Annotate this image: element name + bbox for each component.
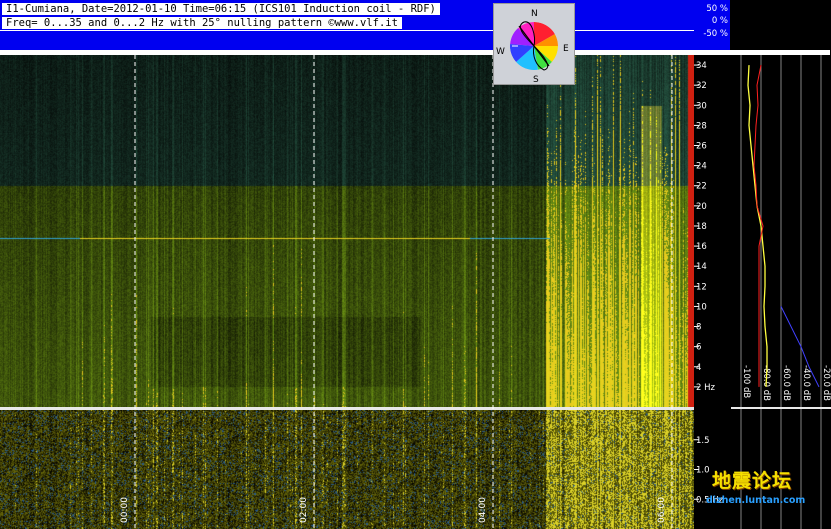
db-tick-label: -40.0 dB (801, 365, 811, 401)
freq-tick-label: 26 (696, 142, 707, 152)
low-freq-tick-label: 1.0 (696, 466, 710, 476)
watermark-url: dizhen.luntan.com (706, 495, 806, 506)
percent-tick-neg50: -50 % (703, 29, 728, 39)
spectrum-profile: -100 dB -80.0 dB -60.0 dB -40.0 dB -20.0 dB (731, 55, 831, 529)
compass-w: W (496, 47, 505, 57)
time-grid-overlay: 00:00 02:00 04:00 06:00 (120, 55, 673, 529)
freq-tick-label: 14 (696, 262, 707, 272)
header-divider (0, 30, 694, 31)
freq-tick-label: 2 Hz (696, 383, 716, 393)
time-tick-label: 06:00 (657, 497, 667, 523)
compass-rose-icon: N E S W (496, 9, 569, 85)
time-tick-label: 04:00 (478, 497, 488, 523)
freq-tick-label: 20 (696, 202, 707, 212)
percent-scale: 50 % 0 % -50 % (694, 0, 730, 50)
freq-tick-label: 32 (696, 81, 707, 91)
db-tick-label: -100 dB (741, 365, 751, 398)
freq-tick-label: 8 (696, 323, 701, 333)
freq-tick-label: 30 (696, 101, 707, 111)
percent-tick-50: 50 % (706, 4, 728, 14)
freq-tick-label: 10 (696, 302, 707, 312)
compass-n: N (531, 9, 538, 19)
compass-s: S (533, 75, 539, 84)
chart-subtitle: Freq= 0...35 and 0...2 Hz with 25° nulli… (2, 17, 402, 29)
freq-tick-label: 6 (696, 343, 701, 353)
time-tick-label: 02:00 (299, 497, 309, 523)
freq-tick-label: 24 (696, 162, 707, 172)
compass-e: E (563, 44, 569, 54)
watermark-text: 地震论坛 (712, 470, 793, 492)
nulling-pattern-compass: N E S W (493, 3, 575, 85)
freq-tick-label: 22 (696, 182, 707, 192)
freq-tick-label: 18 (696, 222, 707, 232)
db-tick-label: -20.0 dB (821, 365, 831, 401)
time-tick-label: 00:00 (120, 497, 130, 523)
percent-tick-0: 0 % (711, 16, 728, 26)
low-freq-tick-label: 1.5 (696, 436, 710, 446)
chart-title: I1-Cumiana, Date=2012-01-10 Time=06:15 (… (2, 3, 440, 15)
spectrogram-screen: I1-Cumiana, Date=2012-01-10 Time=06:15 (… (0, 0, 831, 529)
freq-tick-label: 4 (696, 363, 701, 373)
freq-tick-label: 16 (696, 242, 707, 252)
frequency-axis: 2 Hz 4 6 8 10 12 14 16 18 20 22 24 26 28 30 32 34 (694, 55, 730, 407)
db-tick-label: -60.0 dB (781, 365, 791, 401)
freq-tick-label: 28 (696, 121, 707, 131)
freq-tick-label: 12 (696, 282, 707, 292)
freq-tick-label: 34 (696, 61, 707, 71)
